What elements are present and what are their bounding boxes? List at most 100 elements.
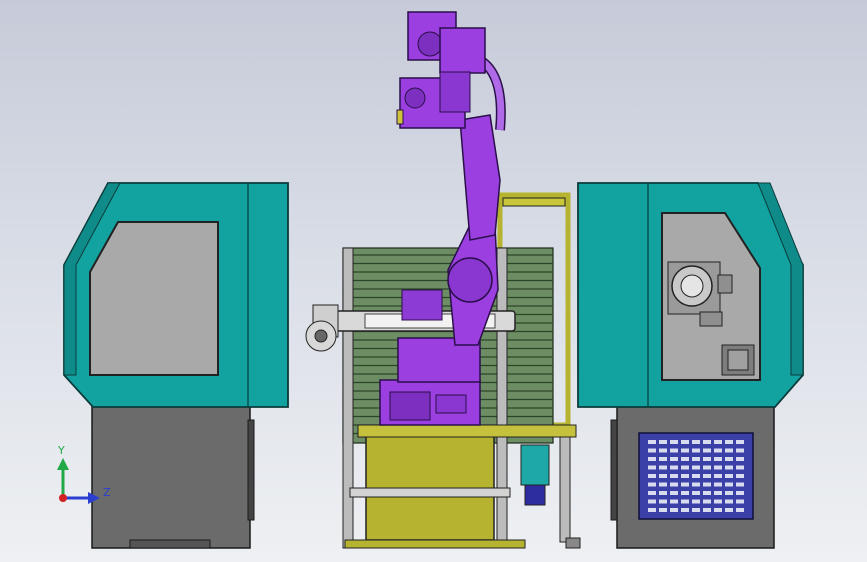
vent-slot [725,457,733,461]
robot-wrist [439,27,486,74]
vent-slot [648,499,656,504]
vent-slot [692,482,700,487]
left-machine-window [89,221,219,376]
base-foot-plate [344,539,526,549]
robot-end-effector-joint [404,87,426,109]
vent-slot [692,474,700,478]
vent-slot [703,508,711,512]
vent-slot [659,448,667,453]
base-right-leg [559,436,571,543]
vent-slot [714,440,722,444]
vent-slot [659,499,667,504]
yellow-base [365,429,495,541]
vent-slot [736,499,744,504]
vent-slot [703,440,711,444]
vent-slot [736,482,744,487]
vent-slot [670,457,678,461]
vent-slot [703,465,711,470]
vent-slot [692,508,700,512]
vent-slot [648,482,656,487]
cylinder-cap [524,484,546,506]
assembly-scene[interactable]: Y Z [0,0,867,562]
vent-slot [681,499,689,504]
cad-graphics-viewport[interactable]: Y Z [0,0,867,562]
vent-slot [703,499,711,504]
vent-slot [703,448,711,453]
vent-slot [659,465,667,470]
vent-slot [725,491,733,495]
vent-slot [725,440,733,444]
vent-slot [648,465,656,470]
left-machine-base [91,404,251,549]
right-machine-tool-block [717,274,733,294]
vent-slot [670,465,678,470]
robot-motor-j1 [401,289,443,321]
vent-slot [725,482,733,487]
robot-joint-j2 [447,257,493,303]
center-workcell[interactable] [305,11,581,549]
left-machine[interactable] [63,182,289,549]
vent-slot [725,474,733,478]
vent-slot [681,448,689,453]
vent-slot [648,474,656,478]
triad-y-label: Y [57,444,65,457]
leveling-foot [565,537,581,549]
vent-slot [703,457,711,461]
vent-slot [648,440,656,444]
vent-slot [670,474,678,478]
triad-z-label: Z [103,486,111,499]
robot-base-connector [435,394,467,414]
vent-slot [681,491,689,495]
vent-slot [681,474,689,478]
vent-slot [659,474,667,478]
vent-slot [692,457,700,461]
left-machine-base-foot [129,539,211,549]
vent-slot [648,508,656,512]
robot-forearm [439,71,471,113]
vent-slot [714,465,722,470]
yellow-frame-top-rail [502,197,566,207]
robot-head-joint [417,31,443,57]
vent-slot [692,465,700,470]
vent-slot [659,508,667,512]
triad-y-arrow [57,458,69,470]
base-top-plate [357,424,577,438]
right-machine[interactable] [577,182,804,549]
vent-slot [703,482,711,487]
vent-slot [670,448,678,453]
vent-slot [736,448,744,453]
vent-slot [692,448,700,453]
vent-slot [681,440,689,444]
robot-base-panel [389,391,431,421]
vent-slot [692,499,700,504]
vent-slot [714,448,722,453]
vent-slot [670,491,678,495]
rack-post-left [342,247,354,549]
robot-upper-arm [459,114,501,241]
vent-slot [681,482,689,487]
vent-slot [714,508,722,512]
vent-slot [714,499,722,504]
vent-slot [736,465,744,470]
vent-slot [659,491,667,495]
vent-slot [648,448,656,453]
vent-slot [725,465,733,470]
vent-slot [670,440,678,444]
base-crossbar [349,487,511,498]
right-machine-base-side-panel [610,419,618,521]
vent-slot [648,457,656,461]
rack-post-right [496,247,508,549]
vent-slot [725,499,733,504]
vent-slot [681,457,689,461]
vent-slot [714,482,722,487]
triad-x-dot [59,494,67,502]
vent-slot [736,474,744,478]
vent-slot [736,457,744,461]
left-machine-base-side-panel [247,419,255,521]
vent-slot [659,440,667,444]
vent-slot [670,499,678,504]
vent-slot [736,440,744,444]
vent-slot [659,482,667,487]
vent-slot [736,508,744,512]
right-machine-motor-face [727,349,749,371]
